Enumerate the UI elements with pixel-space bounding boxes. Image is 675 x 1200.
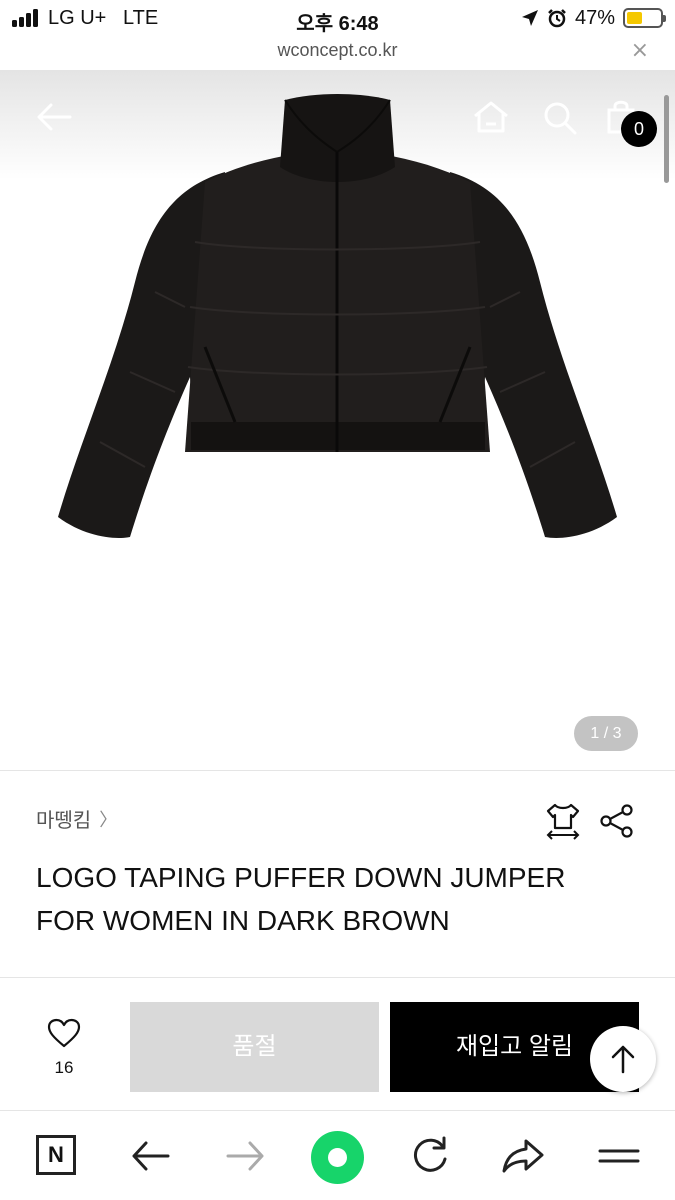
green-home-button[interactable] bbox=[311, 1131, 364, 1184]
share-out-icon[interactable] bbox=[500, 1133, 546, 1179]
back-arrow-icon[interactable] bbox=[36, 102, 72, 132]
scrollbar[interactable] bbox=[664, 95, 669, 183]
battery-percent: 47% bbox=[574, 6, 615, 29]
url-text[interactable]: wconcept.co.kr bbox=[0, 40, 675, 61]
like-count: 16 bbox=[54, 1058, 74, 1077]
heart-icon[interactable] bbox=[47, 1018, 81, 1048]
like-button[interactable]: 16 bbox=[36, 1018, 92, 1078]
location-icon bbox=[521, 10, 538, 26]
image-counter: 1 / 3 bbox=[574, 716, 638, 751]
home-icon[interactable] bbox=[472, 100, 510, 134]
scroll-top-button[interactable] bbox=[590, 1026, 656, 1092]
product-title: LOGO TAPING PUFFER DOWN JUMPER FOR WOMEN… bbox=[36, 856, 636, 942]
divider bbox=[0, 770, 675, 771]
divider bbox=[0, 977, 675, 978]
cart-count-badge[interactable]: 0 bbox=[621, 111, 657, 147]
menu-icon[interactable] bbox=[596, 1133, 642, 1179]
product-title-line2: FOR WOMEN IN DARK BROWN bbox=[36, 905, 450, 936]
product-image-carousel[interactable] bbox=[0, 70, 675, 770]
status-bar: LG U+ LTE 오후 6:48 47% bbox=[0, 0, 675, 38]
status-right: 47% bbox=[521, 6, 666, 30]
product-title-line1: LOGO TAPING PUFFER DOWN JUMPER bbox=[36, 862, 566, 893]
browser-toolbar: N bbox=[0, 1110, 675, 1200]
arrow-up-icon bbox=[611, 1045, 635, 1074]
search-icon[interactable] bbox=[542, 100, 578, 136]
product-image bbox=[58, 94, 617, 538]
url-bar[interactable]: wconcept.co.kr × bbox=[0, 38, 675, 70]
chevron-right-icon: 〉 bbox=[99, 809, 118, 831]
naver-logo-button[interactable]: N bbox=[36, 1135, 76, 1175]
soldout-button: 품절 bbox=[130, 1002, 379, 1092]
battery-fill bbox=[627, 12, 643, 24]
size-chart-icon[interactable] bbox=[545, 802, 581, 840]
reload-icon[interactable] bbox=[407, 1133, 453, 1179]
battery-icon bbox=[623, 8, 666, 28]
forward-icon[interactable] bbox=[222, 1133, 268, 1179]
back-icon[interactable] bbox=[128, 1133, 174, 1179]
alarm-icon bbox=[548, 9, 566, 28]
brand-link[interactable]: 마뗑킴 〉 bbox=[36, 804, 117, 833]
brand-name[interactable]: 마뗑킴 bbox=[36, 804, 91, 833]
close-icon[interactable]: × bbox=[631, 38, 649, 63]
share-icon[interactable] bbox=[600, 804, 634, 838]
